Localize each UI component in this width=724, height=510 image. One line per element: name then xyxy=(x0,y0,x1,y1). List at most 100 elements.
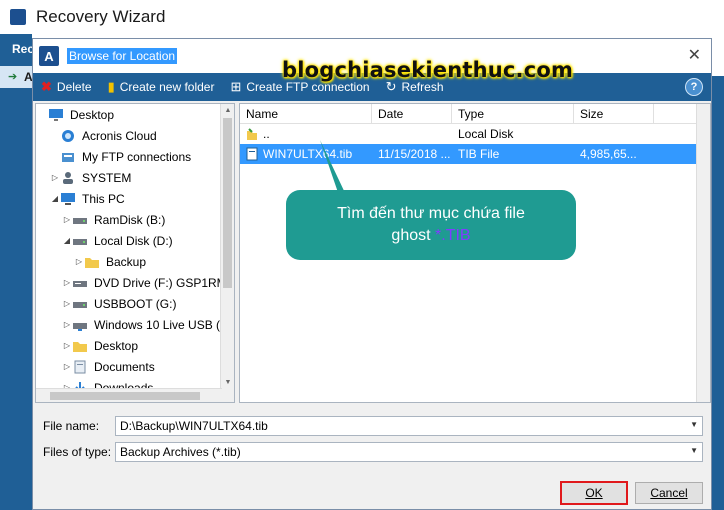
tree-scrollbar[interactable]: ▲ ▼ xyxy=(220,104,234,402)
pc-icon xyxy=(60,192,76,206)
tree-item[interactable]: ◢ Local Disk (D:) xyxy=(36,230,234,251)
drive-icon xyxy=(72,213,88,227)
tree-item[interactable]: Acronis Cloud xyxy=(36,125,234,146)
acronis-app-icon: A xyxy=(39,46,59,66)
tree-item-label: DVD Drive (F:) GSP1RM xyxy=(94,275,227,290)
callout-line-2-text: ghost xyxy=(391,227,436,244)
desktop-icon xyxy=(48,108,64,122)
wizard-titlebar: Recovery Wizard xyxy=(0,0,724,34)
tree-item[interactable]: ▷ SYSTEM xyxy=(36,167,234,188)
tree-horizontal-scrollbar[interactable] xyxy=(36,388,222,402)
chevron-down-icon[interactable]: ▼ xyxy=(690,446,698,455)
tree-item-label: RamDisk (B:) xyxy=(94,212,166,227)
tree-item-label: Local Disk (D:) xyxy=(94,233,173,248)
column-size[interactable]: Size xyxy=(574,104,654,123)
collapsed-arrow-icon[interactable]: ▷ xyxy=(62,320,72,329)
collapsed-arrow-icon[interactable]: ▷ xyxy=(62,362,72,371)
collapsed-arrow-icon[interactable]: ▷ xyxy=(62,299,72,308)
help-icon[interactable]: ? xyxy=(685,78,703,96)
collapsed-arrow-icon[interactable]: ▷ xyxy=(74,257,84,266)
ftp-icon xyxy=(60,150,76,164)
watermark-text: blogchiasekienthuc.com xyxy=(282,58,574,82)
tree-item-label: Backup xyxy=(106,254,147,269)
new-folder-icon: ▮ xyxy=(107,79,115,94)
tib-file-icon xyxy=(246,147,258,161)
browse-dialog: A Browse for Location ✕ ✖ Delete ▮ Creat… xyxy=(32,38,712,510)
documents-icon xyxy=(72,360,88,374)
chevron-down-icon[interactable]: ▼ xyxy=(690,420,698,429)
tree-item[interactable]: ▷ Backup xyxy=(36,251,234,272)
tree-item[interactable]: My FTP connections xyxy=(36,146,234,167)
ok-button[interactable]: OK xyxy=(560,481,628,505)
wizard-sidebar-label: Rec xyxy=(12,42,35,56)
file-type-cell: Local Disk xyxy=(458,127,514,141)
collapsed-arrow-icon[interactable]: ▷ xyxy=(62,215,72,224)
tree-item[interactable]: ▷ DVD Drive (F:) GSP1RM xyxy=(36,272,234,293)
file-list-header: Name Date Type Size xyxy=(240,104,710,124)
tree-item[interactable]: Desktop xyxy=(36,104,234,125)
create-folder-label: Create new folder xyxy=(119,80,215,94)
tree-item-label: Desktop xyxy=(70,107,115,122)
wizard-title: Recovery Wizard xyxy=(36,7,166,26)
collapsed-arrow-icon[interactable]: ▷ xyxy=(62,341,72,350)
folder-tree[interactable]: Desktop Acronis Cloud My FTP connections ▷ S… xyxy=(35,103,235,403)
column-date[interactable]: Date xyxy=(372,104,452,123)
arrow-right-icon: ➔ xyxy=(8,71,18,83)
collapsed-arrow-icon[interactable]: ▷ xyxy=(62,278,72,287)
callout-line-2: ghost *.TIB xyxy=(337,225,525,247)
collapsed-arrow-icon[interactable]: ▷ xyxy=(50,173,60,182)
tree-item-label: Documents xyxy=(94,359,155,374)
scroll-thumb[interactable] xyxy=(223,118,232,288)
tree-item[interactable]: ◢ This PC xyxy=(36,188,234,209)
dvd-icon xyxy=(72,276,88,290)
tree-item[interactable]: ▷ Documents xyxy=(36,356,234,377)
cancel-button[interactable]: Cancel xyxy=(635,482,703,504)
instruction-callout: Tìm đến thư mục chứa file ghost *.TIB xyxy=(286,190,576,260)
column-name[interactable]: Name xyxy=(240,104,372,123)
tree-item-label: My FTP connections xyxy=(82,149,192,164)
files-of-type-value: Backup Archives (*.tib) xyxy=(120,445,241,459)
files-of-type-select[interactable]: Backup Archives (*.tib) ▼ xyxy=(115,442,703,462)
files-of-type-label: Files of type: xyxy=(43,445,112,459)
tree-item-label: SYSTEM xyxy=(82,170,132,185)
tree-item[interactable]: ▷ Windows 10 Live USB (Z xyxy=(36,314,234,335)
ok-label: OK xyxy=(585,486,603,500)
scroll-up-icon[interactable]: ▲ xyxy=(221,104,234,118)
file-date-cell: 11/15/2018 ... xyxy=(378,147,451,161)
file-size-cell: 4,985,65... xyxy=(580,147,637,161)
file-list-scrollbar[interactable] xyxy=(696,104,710,402)
tree-item[interactable]: ▷ RamDisk (B:) xyxy=(36,209,234,230)
parent-folder-icon xyxy=(246,127,258,141)
file-name-value: D:\Backup\WIN7ULTX64.tib xyxy=(120,419,268,433)
wizard-step-active[interactable]: ➔ A xyxy=(0,66,33,88)
close-icon[interactable]: ✕ xyxy=(688,45,701,65)
column-type[interactable]: Type xyxy=(452,104,574,123)
wizard-right-panel xyxy=(710,76,724,510)
create-ftp-label: Create FTP connection xyxy=(246,80,370,94)
tree-item-label: Windows 10 Live USB (Z xyxy=(94,317,228,332)
tree-item-label: Desktop xyxy=(94,338,139,353)
acronis-logo-icon xyxy=(10,9,26,25)
drive-icon xyxy=(72,234,88,248)
refresh-label: Refresh xyxy=(401,80,444,94)
folder-icon xyxy=(84,255,100,269)
tree-item[interactable]: ▷ Desktop xyxy=(36,335,234,356)
expanded-arrow-icon[interactable]: ◢ xyxy=(50,194,60,203)
file-name-row: File name: D:\Backup\WIN7ULTX64.tib ▼ xyxy=(43,416,703,436)
delete-label: Delete xyxy=(56,80,92,94)
expanded-arrow-icon[interactable]: ◢ xyxy=(62,236,72,245)
delete-button[interactable]: ✖ Delete xyxy=(41,79,92,95)
network-icon xyxy=(72,318,88,332)
file-type-cell: TIB File xyxy=(458,147,500,161)
hscroll-thumb[interactable] xyxy=(50,392,200,400)
cancel-label: Cancel xyxy=(650,486,688,500)
create-folder-button[interactable]: ▮ Create new folder xyxy=(108,79,215,95)
folder-icon xyxy=(72,339,88,353)
scroll-down-icon[interactable]: ▼ xyxy=(221,376,234,390)
tree-item-label: USBBOOT (G:) xyxy=(94,296,177,311)
tree-item[interactable]: ▷ USBBOOT (G:) xyxy=(36,293,234,314)
tree-item-label: This PC xyxy=(82,191,125,206)
ftp-connection-icon: ⊞ xyxy=(230,79,242,94)
user-icon xyxy=(60,171,76,185)
file-name-input[interactable]: D:\Backup\WIN7ULTX64.tib ▼ xyxy=(115,416,703,436)
